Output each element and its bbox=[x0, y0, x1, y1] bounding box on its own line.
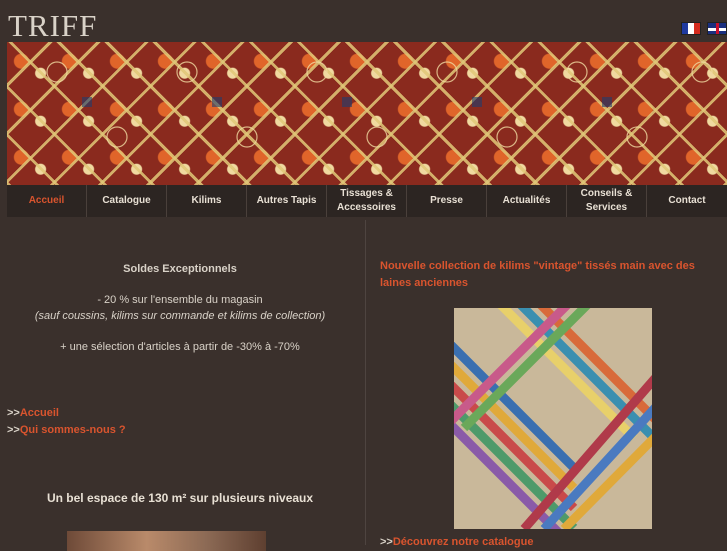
catalogue-link[interactable]: Découvrez notre catalogue bbox=[393, 536, 534, 548]
banner-image bbox=[7, 42, 727, 185]
nav-item-contact[interactable]: Contact bbox=[647, 185, 727, 217]
soldes-exceptions: (sauf coussins, kilims sur commande et k… bbox=[34, 310, 326, 322]
nav-item-autres-tapis[interactable]: Autres Tapis bbox=[247, 185, 327, 217]
logo[interactable]: TRIFF bbox=[8, 8, 97, 44]
nav-item-presse[interactable]: Presse bbox=[407, 185, 487, 217]
language-selector bbox=[681, 22, 727, 35]
espace-title: Un bel espace de 130 m² sur plusieurs ni… bbox=[46, 491, 314, 505]
link-prefix: >> bbox=[380, 536, 393, 548]
link-row: >>Accueil bbox=[7, 405, 126, 422]
banner-pattern bbox=[46, 61, 713, 148]
quick-links: >>Accueil >>Qui sommes-nous ? bbox=[7, 405, 126, 439]
nav-item-tissages[interactable]: Tissages & Accessoires bbox=[327, 185, 407, 217]
news-title: Nouvelle collection de kilims "vintage" … bbox=[380, 260, 695, 289]
link-accueil[interactable]: Accueil bbox=[20, 407, 59, 419]
soldes-title: Soldes Exceptionnels bbox=[123, 263, 237, 275]
nav-item-conseils[interactable]: Conseils & Services bbox=[567, 185, 647, 217]
kilim-pattern bbox=[454, 308, 652, 529]
flag-en-icon[interactable] bbox=[707, 22, 727, 35]
nav-item-kilims[interactable]: Kilims bbox=[167, 185, 247, 217]
link-prefix: >> bbox=[7, 424, 20, 436]
soldes-line: - 20 % sur l'ensemble du magasin bbox=[97, 294, 263, 306]
kilim-photo[interactable] bbox=[454, 308, 652, 529]
link-row: >>Qui sommes-nous ? bbox=[7, 422, 126, 439]
main-nav: Accueil Catalogue Kilims Autres Tapis Ti… bbox=[7, 185, 727, 217]
catalogue-link-row: >>Découvrez notre catalogue bbox=[380, 536, 533, 548]
nav-item-accueil[interactable]: Accueil bbox=[7, 185, 87, 217]
shop-photo bbox=[67, 531, 266, 551]
link-qui-sommes-nous[interactable]: Qui sommes-nous ? bbox=[20, 424, 126, 436]
nav-item-catalogue[interactable]: Catalogue bbox=[87, 185, 167, 217]
nav-item-actualites[interactable]: Actualités bbox=[487, 185, 567, 217]
column-divider bbox=[365, 220, 366, 545]
flag-fr-icon[interactable] bbox=[681, 22, 701, 35]
soldes-selection: + une sélection d'articles à partir de -… bbox=[60, 341, 300, 353]
link-prefix: >> bbox=[7, 407, 20, 419]
